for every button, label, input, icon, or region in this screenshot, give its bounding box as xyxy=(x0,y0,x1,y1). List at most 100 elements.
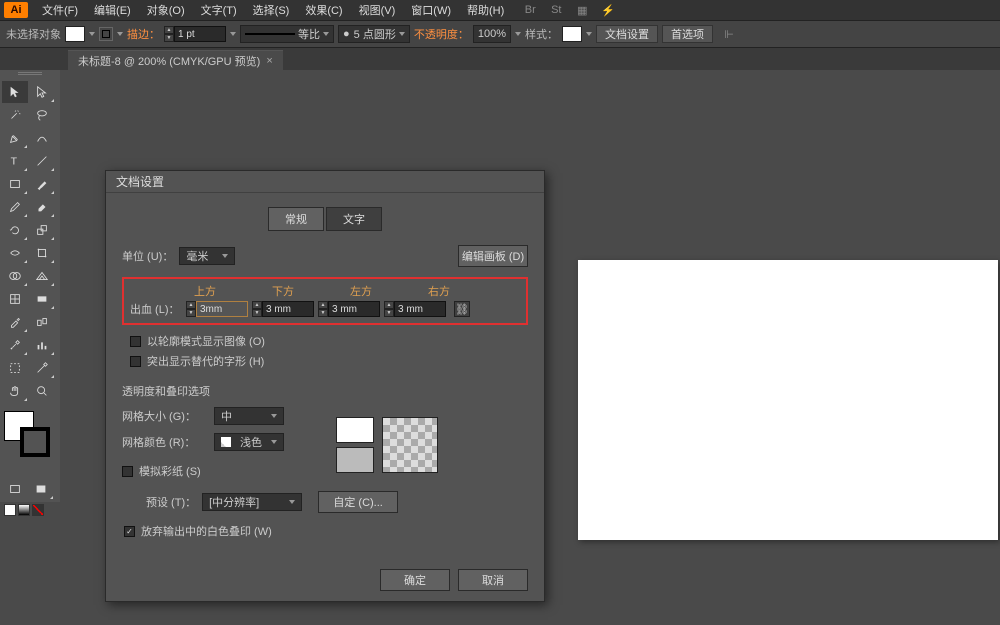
bleed-right-stepper[interactable]: ▲▼ xyxy=(384,301,446,317)
unit-select[interactable]: 毫米 xyxy=(179,247,235,265)
menu-object[interactable]: 对象(O) xyxy=(139,0,193,20)
align-icon[interactable]: ⊩ xyxy=(721,26,737,42)
screen-mode-toggle[interactable] xyxy=(28,478,54,500)
menu-file[interactable]: 文件(F) xyxy=(34,0,86,20)
fill-swatch[interactable] xyxy=(65,26,85,42)
bleed-section: 上方 下方 左方 右方 出血 (L)： ▲▼ ▲▼ ▲▼ ▲▼ ⛓ xyxy=(122,277,528,325)
stroke-swatch[interactable] xyxy=(99,27,113,41)
color-mode-solid[interactable] xyxy=(4,504,16,516)
edit-artboard-button[interactable]: 编辑画板 (D) xyxy=(458,245,528,267)
gpu-icon[interactable]: ⚡ xyxy=(600,2,616,18)
shape-builder-tool[interactable] xyxy=(2,265,28,287)
grid-color-preview-dark[interactable] xyxy=(336,447,374,473)
fill-dropdown-arrow[interactable] xyxy=(89,32,95,36)
screen-mode-normal[interactable] xyxy=(2,478,28,500)
preferences-button[interactable]: 首选项 xyxy=(662,25,713,43)
menu-view[interactable]: 视图(V) xyxy=(351,0,404,20)
bleed-left-input[interactable] xyxy=(328,301,380,317)
stroke-label[interactable]: 描边： xyxy=(127,26,160,42)
tab-general[interactable]: 常规 xyxy=(268,207,324,231)
rectangle-tool[interactable] xyxy=(2,173,28,195)
mesh-tool[interactable] xyxy=(2,288,28,310)
scale-tool[interactable] xyxy=(29,219,55,241)
menu-select[interactable]: 选择(S) xyxy=(245,0,298,20)
pen-tool[interactable] xyxy=(2,127,28,149)
simulate-paper-label: 模拟彩纸 (S) xyxy=(139,463,201,479)
dialog-title: 文档设置 xyxy=(106,171,544,193)
eraser-tool[interactable] xyxy=(29,196,55,218)
stroke-weight-input[interactable] xyxy=(174,26,226,42)
link-bleed-icon[interactable]: ⛓ xyxy=(454,301,470,317)
stock-icon[interactable]: St xyxy=(548,2,564,18)
menu-help[interactable]: 帮助(H) xyxy=(459,0,512,20)
graph-tool[interactable] xyxy=(29,334,55,356)
slice-tool[interactable] xyxy=(29,357,55,379)
bleed-top-stepper[interactable]: ▲▼ xyxy=(186,301,248,317)
menu-edit[interactable]: 编辑(E) xyxy=(86,0,139,20)
grid-color-select[interactable]: 浅色 xyxy=(214,433,284,451)
selection-tool[interactable] xyxy=(2,81,28,103)
width-tool[interactable] xyxy=(2,242,28,264)
direct-selection-tool[interactable] xyxy=(29,81,55,103)
style-swatch[interactable] xyxy=(562,26,582,42)
grid-size-select[interactable]: 中 xyxy=(214,407,284,425)
no-selection-label: 未选择对象 xyxy=(6,26,61,42)
stroke-profile[interactable]: 等比 xyxy=(240,25,334,43)
menu-type[interactable]: 文字(T) xyxy=(193,0,245,20)
color-mode-gradient[interactable] xyxy=(18,504,30,516)
color-mode-none[interactable] xyxy=(32,504,44,516)
outline-mode-checkbox[interactable] xyxy=(130,336,141,347)
magic-wand-tool[interactable] xyxy=(2,104,28,126)
eyedropper-tool[interactable] xyxy=(2,311,28,333)
bridge-icon[interactable]: Br xyxy=(522,2,538,18)
bleed-left-stepper[interactable]: ▲▼ xyxy=(318,301,380,317)
gradient-tool[interactable] xyxy=(29,288,55,310)
lasso-tool[interactable] xyxy=(29,104,55,126)
artboard-tool[interactable] xyxy=(2,357,28,379)
control-bar: 未选择对象 描边： ▲▼ 等比 ●5 点圆形 不透明度： 100% 样式： 文档… xyxy=(0,20,1000,48)
preset-select[interactable]: [中分辨率] xyxy=(202,493,302,511)
zoom-tool[interactable] xyxy=(29,380,55,402)
blend-tool[interactable] xyxy=(29,311,55,333)
paintbrush-tool[interactable] xyxy=(29,173,55,195)
opacity-dd[interactable] xyxy=(515,32,521,36)
perspective-tool[interactable] xyxy=(29,265,55,287)
bleed-bottom-stepper[interactable]: ▲▼ xyxy=(252,301,314,317)
free-transform-tool[interactable] xyxy=(29,242,55,264)
highlight-glyphs-checkbox[interactable] xyxy=(130,356,141,367)
opacity-field[interactable]: 100% xyxy=(473,25,511,43)
pencil-tool[interactable] xyxy=(2,196,28,218)
stroke-color[interactable] xyxy=(20,427,50,457)
opacity-label[interactable]: 不透明度： xyxy=(414,26,469,42)
menu-window[interactable]: 窗口(W) xyxy=(403,0,459,20)
hand-tool[interactable] xyxy=(2,380,28,402)
simulate-paper-checkbox[interactable] xyxy=(122,466,133,477)
line-tool[interactable] xyxy=(29,150,55,172)
document-setup-button[interactable]: 文档设置 xyxy=(596,25,658,43)
artboard[interactable] xyxy=(578,260,998,540)
symbol-sprayer-tool[interactable] xyxy=(2,334,28,356)
ok-button[interactable]: 确定 xyxy=(380,569,450,591)
brush-definition[interactable]: ●5 点圆形 xyxy=(338,25,410,43)
discard-white-checkbox[interactable]: ✓ xyxy=(124,526,135,537)
document-tab[interactable]: 未标题-8 @ 200% (CMYK/GPU 预览) × xyxy=(68,50,283,70)
menu-effect[interactable]: 效果(C) xyxy=(297,0,350,20)
bleed-top-input[interactable] xyxy=(196,301,248,317)
weight-dd[interactable] xyxy=(230,32,236,36)
style-dd[interactable] xyxy=(586,32,592,36)
transparency-section-label: 透明度和叠印选项 xyxy=(122,383,528,399)
color-panel[interactable] xyxy=(2,409,58,459)
bleed-bottom-input[interactable] xyxy=(262,301,314,317)
type-tool[interactable]: T xyxy=(2,150,28,172)
custom-preset-button[interactable]: 自定 (C)... xyxy=(318,491,398,513)
rotate-tool[interactable] xyxy=(2,219,28,241)
arrange-icon[interactable]: ▦ xyxy=(574,2,590,18)
cancel-button[interactable]: 取消 xyxy=(458,569,528,591)
grid-color-preview-light[interactable] xyxy=(336,417,374,443)
tab-text[interactable]: 文字 xyxy=(326,207,382,231)
curvature-tool[interactable] xyxy=(29,127,55,149)
stroke-weight-stepper[interactable]: ▲▼ xyxy=(164,26,226,42)
bleed-right-input[interactable] xyxy=(394,301,446,317)
close-tab-icon[interactable]: × xyxy=(266,55,272,67)
stroke-dropdown-arrow[interactable] xyxy=(117,32,123,36)
